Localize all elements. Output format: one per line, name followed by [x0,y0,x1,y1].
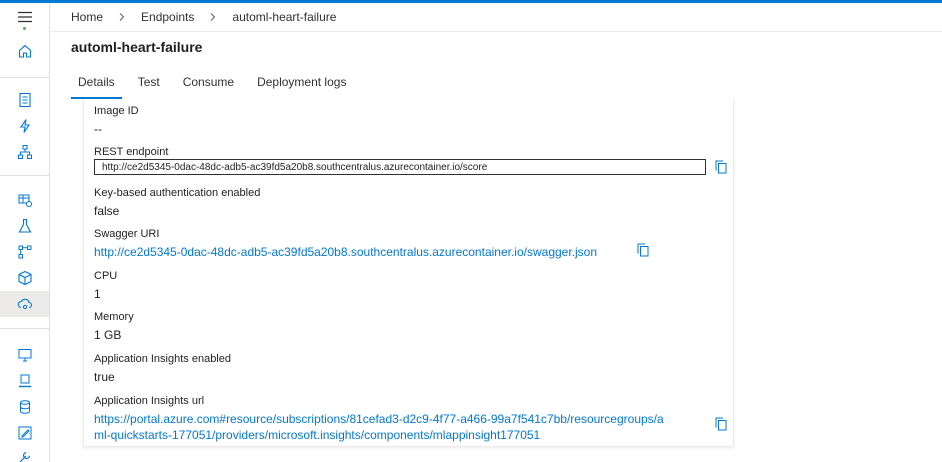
designer-icon [17,145,32,159]
details-card: Image ID -- REST endpoint http://ce2d534… [83,99,734,447]
field-memory: Memory 1 GB [94,310,134,343]
compute-icon [18,349,31,362]
endpoints-icon [17,298,32,310]
breadcrumb-endpoints[interactable]: Endpoints [141,10,194,24]
rest-endpoint-field[interactable]: http://ce2d5345-0dac-48dc-adb5-ac39fd5a2… [94,159,706,175]
field-value: true [94,370,115,384]
field-label: CPU [94,270,118,282]
field-key-auth: Key-based authentication enabled false [94,186,260,219]
tab-consume[interactable]: Consume [176,72,241,98]
breadcrumb-current: automl-heart-failure [232,10,337,24]
datastores-icon [19,400,30,414]
app-insights-url-link-line2[interactable]: ml-quickstarts-177051/providers/microsof… [94,427,709,443]
nav-experiments[interactable] [0,213,49,239]
field-app-insights-enabled: Application Insights enabled true [94,352,231,385]
models-icon [17,270,32,286]
pipelines-icon [18,245,31,259]
nav-environments[interactable] [0,368,49,394]
page-title: automl-heart-failure [71,39,203,55]
field-label: Swagger URI [94,228,160,240]
field-app-insights-url: Application Insights url https://portal.… [94,394,709,443]
nav-datastores[interactable] [0,394,49,420]
nav-linked-services[interactable] [0,444,49,462]
field-label: Key-based authentication enabled [94,187,261,199]
field-label: Application Insights enabled [94,353,231,365]
app-insights-url-link-line1[interactable]: https://portal.azure.com#resource/subscr… [94,411,709,427]
chevron-right-icon [114,9,130,25]
field-value: 1 GB [94,328,122,342]
swagger-uri-link[interactable]: http://ce2d5345-0dac-48dc-adb5-ac39fd5a2… [94,244,597,260]
rail-divider [0,328,49,329]
nav-automl[interactable] [0,113,49,139]
automl-icon [19,119,30,133]
field-value: 1 [94,287,101,301]
left-nav-rail [0,3,50,462]
nav-pipelines[interactable] [0,239,49,265]
nav-endpoints[interactable] [0,291,49,317]
breadcrumb-divider [51,31,942,32]
nav-models[interactable] [0,265,49,291]
field-swagger-uri: Swagger URI http://ce2d5345-0dac-48dc-ad… [94,227,597,260]
rail-divider [0,77,49,78]
nav-designer[interactable] [0,139,49,165]
top-accent-bar [0,0,942,3]
field-label: Memory [94,311,134,323]
notebook-icon [18,92,31,108]
copy-icon [715,160,727,174]
nav-datasets[interactable] [0,187,49,213]
field-value: -- [94,122,102,136]
datasets-icon [18,194,32,207]
copy-rest-endpoint-button[interactable] [715,160,727,174]
copy-icon [637,243,649,257]
field-label: Image ID [94,105,139,117]
tab-details[interactable]: Details [71,72,122,99]
chevron-right-icon [205,9,221,25]
breadcrumb: Home Endpoints automl-heart-failure [71,9,336,25]
rail-divider [0,175,49,176]
tab-test[interactable]: Test [131,72,167,98]
field-rest-endpoint-label: REST endpoint [94,145,168,159]
hamburger-icon [17,11,32,23]
copy-app-insights-url-button[interactable] [715,417,727,431]
field-cpu: CPU 1 [94,269,117,302]
data-labeling-icon [18,426,31,440]
nav-data-labeling[interactable] [0,420,49,446]
tab-bar: Details Test Consume Deployment logs [71,72,362,99]
environments-icon [18,374,31,388]
nav-compute[interactable] [0,342,49,368]
field-value: false [94,204,120,218]
status-dot [23,27,26,30]
field-label: REST endpoint [94,146,169,158]
nav-notebooks[interactable] [0,87,49,113]
home-icon [18,44,31,58]
linked-services-icon [19,451,30,462]
nav-home[interactable] [0,38,49,64]
experiments-icon [18,218,31,233]
field-image-id: Image ID -- [94,104,139,137]
field-label: Application Insights url [94,395,205,407]
copy-icon [715,417,727,431]
breadcrumb-home[interactable]: Home [71,10,103,24]
copy-swagger-uri-button[interactable] [637,243,649,257]
tab-deployment-logs[interactable]: Deployment logs [250,72,353,98]
